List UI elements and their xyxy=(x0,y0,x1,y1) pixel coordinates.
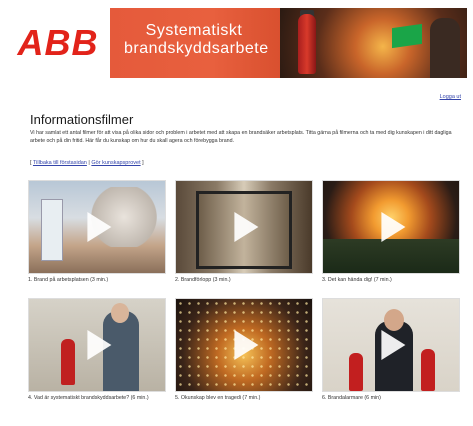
play-icon[interactable] xyxy=(87,330,112,360)
video-card[interactable]: 1. Brand på arbetsplatsen (3 min.) xyxy=(28,180,166,284)
video-thumbnail[interactable] xyxy=(28,180,166,274)
video-card[interactable]: 2. Brandförlopp (3 min.) xyxy=(175,180,313,284)
logout-link[interactable]: Logga ut xyxy=(440,94,461,100)
banner-title-line2: brandskyddsarbete xyxy=(124,40,269,57)
play-icon[interactable] xyxy=(87,212,112,242)
banner: Systematiskt brandskyddsarbete xyxy=(110,8,280,78)
fire-extinguisher-image xyxy=(421,349,435,391)
play-icon[interactable] xyxy=(234,330,259,360)
person-head-image xyxy=(111,303,129,323)
play-icon[interactable] xyxy=(381,212,406,242)
banner-photo xyxy=(280,8,467,78)
person-image xyxy=(430,18,460,78)
video-thumbnail[interactable] xyxy=(322,298,460,392)
exit-sign-image xyxy=(392,23,422,49)
video-thumbnail[interactable] xyxy=(322,180,460,274)
video-caption: 5. Okunskap blev en tragedi (7 min.) xyxy=(175,395,261,401)
trees-image xyxy=(323,239,459,273)
video-thumbnail[interactable] xyxy=(175,298,313,392)
header: ABB Systematiskt brandskyddsarbete xyxy=(6,4,467,82)
video-caption: 3. Det kan hända dig! (7 min.) xyxy=(322,277,392,283)
video-card[interactable]: 4. Vad är systematiskt brandskyddsarbete… xyxy=(28,298,166,402)
page-title: Informationsfilmer xyxy=(30,112,134,127)
video-thumbnail[interactable] xyxy=(175,180,313,274)
bracket-close: ] xyxy=(140,160,144,166)
page-frame: ABB Systematiskt brandskyddsarbete Logga… xyxy=(6,4,467,422)
play-icon[interactable] xyxy=(234,212,259,242)
person-head-image xyxy=(384,309,404,331)
knowledge-test-link[interactable]: Gör kunskapsprovet xyxy=(91,160,140,166)
banner-title: Systematiskt brandskyddsarbete xyxy=(124,22,269,58)
fire-extinguisher-image xyxy=(61,339,75,385)
fire-extinguisher-image xyxy=(298,14,316,74)
video-caption: 2. Brandförlopp (3 min.) xyxy=(175,277,231,283)
video-card[interactable]: 6. Brandalarmare (6 min) xyxy=(322,298,460,402)
sign-pole-image xyxy=(41,199,63,261)
video-card[interactable]: 5. Okunskap blev en tragedi (7 min.) xyxy=(175,298,313,402)
banner-title-line1: Systematiskt xyxy=(145,22,243,39)
video-caption: 1. Brand på arbetsplatsen (3 min.) xyxy=(28,277,109,283)
abb-logo[interactable]: ABB xyxy=(18,22,99,64)
nav-links: [ Tillbaka till förstasidan | Gör kunska… xyxy=(30,160,144,166)
back-to-home-link[interactable]: Tillbaka till förstasidan xyxy=(33,160,87,166)
intro-text: Vi har samlat ett antal filmer för att v… xyxy=(30,130,452,144)
video-card[interactable]: 3. Det kan hända dig! (7 min.) xyxy=(322,180,460,284)
video-caption: 4. Vad är systematiskt brandskyddsarbete… xyxy=(28,395,149,401)
video-caption: 6. Brandalarmare (6 min) xyxy=(322,395,381,401)
logo-area: ABB xyxy=(6,4,110,82)
fire-extinguisher-image xyxy=(349,353,363,391)
play-icon[interactable] xyxy=(381,330,406,360)
video-thumbnail[interactable] xyxy=(28,298,166,392)
